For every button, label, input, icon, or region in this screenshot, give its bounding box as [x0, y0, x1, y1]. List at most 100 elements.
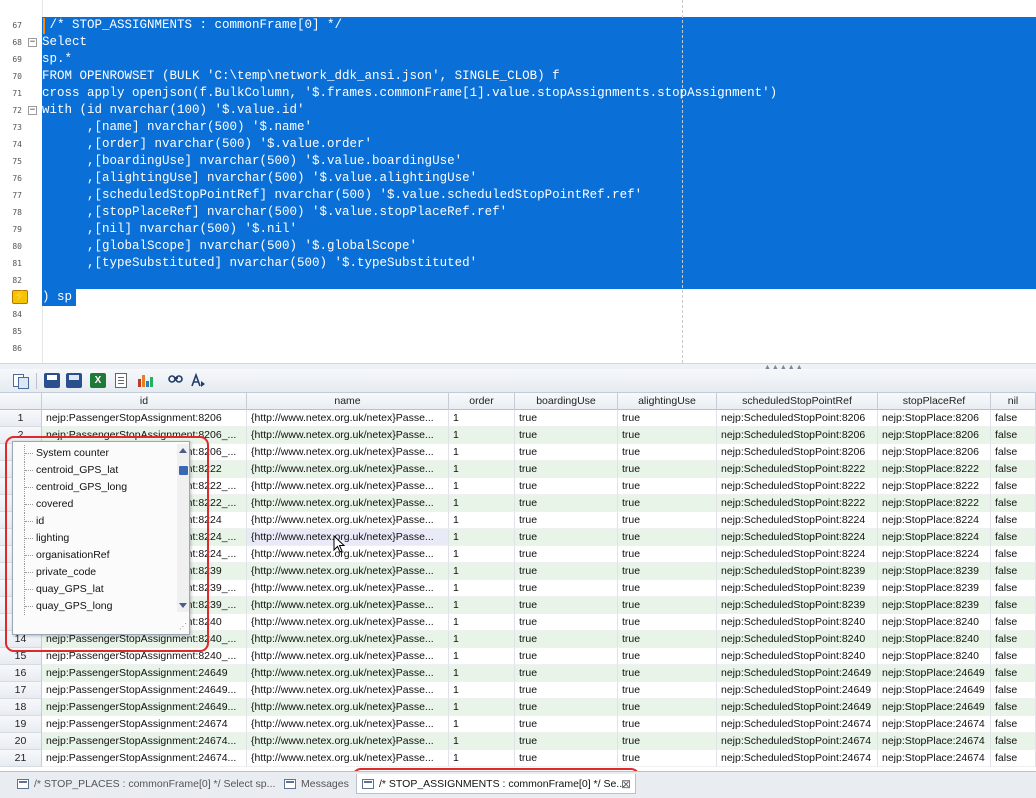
cell-scheduledstoppointref[interactable]: nejp:ScheduledStopPoint:8222 [717, 461, 878, 478]
cell-scheduledstoppointref[interactable]: nejp:ScheduledStopPoint:24674 [717, 733, 878, 750]
cell-alightinguse[interactable]: true [618, 580, 717, 597]
code-line[interactable]: 69 sp.* [0, 51, 1036, 68]
code-line[interactable]: 76 ,[alightingUse] nvarchar(500) '$.valu… [0, 170, 1036, 187]
code-line[interactable]: 81 ,[typeSubstituted] nvarchar(500) '$.t… [0, 255, 1036, 272]
cell-name[interactable]: {http://www.netex.org.uk/netex}Passe... [247, 631, 449, 648]
cell-name[interactable]: {http://www.netex.org.uk/netex}Passe... [247, 580, 449, 597]
cell-name[interactable]: {http://www.netex.org.uk/netex}Passe... [247, 716, 449, 733]
row-number[interactable]: 15 [0, 648, 42, 665]
bar-chart-icon[interactable] [137, 373, 153, 388]
cell-scheduledstoppointref[interactable]: nejp:ScheduledStopPoint:24674 [717, 750, 878, 767]
fold-toggle-icon[interactable]: − [28, 38, 37, 47]
row-number[interactable]: 20 [0, 733, 42, 750]
cell-boardinguse[interactable]: true [515, 597, 618, 614]
cell-stopplaceref[interactable]: nejp:StopPlace:8206 [878, 410, 991, 427]
cell-order[interactable]: 1 [449, 648, 515, 665]
cell-stopplaceref[interactable]: nejp:StopPlace:8206 [878, 427, 991, 444]
cell-stopplaceref[interactable]: nejp:StopPlace:24674 [878, 733, 991, 750]
cell-order[interactable]: 1 [449, 512, 515, 529]
cell-stopplaceref[interactable]: nejp:StopPlace:8222 [878, 461, 991, 478]
row-header-corner[interactable] [0, 393, 42, 410]
cell-alightinguse[interactable]: true [618, 648, 717, 665]
tab-stop-places[interactable]: /* STOP_PLACES : commonFrame[0] */ Selec… [12, 774, 278, 794]
cell-scheduledstoppointref[interactable]: nejp:ScheduledStopPoint:8206 [717, 427, 878, 444]
cell-nil[interactable]: false [991, 529, 1036, 546]
cell-nil[interactable]: false [991, 427, 1036, 444]
cell-id[interactable]: nejp:PassengerStopAssignment:24674... [42, 750, 247, 767]
cell-order[interactable]: 1 [449, 529, 515, 546]
cell-scheduledstoppointref[interactable]: nejp:ScheduledStopPoint:8224 [717, 529, 878, 546]
tab-messages[interactable]: Messages [279, 774, 351, 794]
cell-order[interactable]: 1 [449, 733, 515, 750]
column-list-item[interactable]: centroid_GPS_lat [13, 462, 178, 479]
code-line[interactable]: 85 [0, 323, 1036, 340]
code-line[interactable]: 82 [0, 272, 1036, 289]
column-header-order[interactable]: order [449, 393, 515, 410]
cell-alightinguse[interactable]: true [618, 512, 717, 529]
code-line[interactable]: 75 ,[boardingUse] nvarchar(500) '$.value… [0, 153, 1036, 170]
column-list-item[interactable]: id [13, 513, 178, 530]
cell-alightinguse[interactable]: true [618, 750, 717, 767]
cell-stopplaceref[interactable]: nejp:StopPlace:8224 [878, 529, 991, 546]
copy-icon[interactable] [12, 373, 29, 389]
code-line[interactable]: 77 ,[scheduledStopPointRef] nvarchar(500… [0, 187, 1036, 204]
cell-boardinguse[interactable]: true [515, 631, 618, 648]
cell-nil[interactable]: false [991, 733, 1036, 750]
execute-marker-icon[interactable]: ⚡ [12, 290, 28, 304]
cell-stopplaceref[interactable]: nejp:StopPlace:8239 [878, 563, 991, 580]
cell-nil[interactable]: false [991, 750, 1036, 767]
cell-boardinguse[interactable]: true [515, 733, 618, 750]
cell-alightinguse[interactable]: true [618, 682, 717, 699]
cell-boardinguse[interactable]: true [515, 580, 618, 597]
cell-boardinguse[interactable]: true [515, 563, 618, 580]
cell-nil[interactable]: false [991, 580, 1036, 597]
row-number[interactable]: 19 [0, 716, 42, 733]
cell-id[interactable]: nejp:PassengerStopAssignment:24649... [42, 699, 247, 716]
cell-alightinguse[interactable]: true [618, 546, 717, 563]
cell-nil[interactable]: false [991, 631, 1036, 648]
cell-name[interactable]: {http://www.netex.org.uk/netex}Passe... [247, 699, 449, 716]
row-number[interactable]: 21 [0, 750, 42, 767]
cell-scheduledstoppointref[interactable]: nejp:ScheduledStopPoint:8240 [717, 648, 878, 665]
cell-boardinguse[interactable]: true [515, 478, 618, 495]
cell-stopplaceref[interactable]: nejp:StopPlace:24674 [878, 750, 991, 767]
cell-stopplaceref[interactable]: nejp:StopPlace:8224 [878, 512, 991, 529]
table-row[interactable]: 19 nejp:PassengerStopAssignment:24674 {htt… [0, 716, 1036, 733]
cell-stopplaceref[interactable]: nejp:StopPlace:8222 [878, 478, 991, 495]
cell-nil[interactable]: false [991, 665, 1036, 682]
cell-stopplaceref[interactable]: nejp:StopPlace:8239 [878, 580, 991, 597]
cell-boardinguse[interactable]: true [515, 682, 618, 699]
cell-scheduledstoppointref[interactable]: nejp:ScheduledStopPoint:8239 [717, 563, 878, 580]
fold-toggle-icon[interactable]: − [28, 106, 37, 115]
cell-scheduledstoppointref[interactable]: nejp:ScheduledStopPoint:8224 [717, 512, 878, 529]
cell-scheduledstoppointref[interactable]: nejp:ScheduledStopPoint:8206 [717, 410, 878, 427]
cell-nil[interactable]: false [991, 699, 1036, 716]
cell-boardinguse[interactable]: true [515, 699, 618, 716]
cell-name[interactable]: {http://www.netex.org.uk/netex}Passe... [247, 750, 449, 767]
cell-boardinguse[interactable]: true [515, 495, 618, 512]
cell-order[interactable]: 1 [449, 665, 515, 682]
tab-stop-assignments[interactable]: /* STOP_ASSIGNMENTS : commonFrame[0] */ … [356, 774, 636, 794]
code-line[interactable]: 67 /* STOP_ASSIGNMENTS : commonFrame[0] … [0, 17, 1036, 34]
cell-alightinguse[interactable]: true [618, 699, 717, 716]
cell-nil[interactable]: false [991, 682, 1036, 699]
cell-alightinguse[interactable]: true [618, 461, 717, 478]
cell-id[interactable]: nejp:PassengerStopAssignment:8206 [42, 410, 247, 427]
cell-name[interactable]: {http://www.netex.org.uk/netex}Passe... [247, 563, 449, 580]
popup-scrollbar[interactable] [177, 444, 189, 612]
cell-id[interactable]: nejp:PassengerStopAssignment:24674 [42, 716, 247, 733]
cell-name[interactable]: {http://www.netex.org.uk/netex}Passe... [247, 682, 449, 699]
cell-boardinguse[interactable]: true [515, 512, 618, 529]
cell-order[interactable]: 1 [449, 461, 515, 478]
cell-boardinguse[interactable]: true [515, 529, 618, 546]
cell-stopplaceref[interactable]: nejp:StopPlace:8240 [878, 631, 991, 648]
cell-name[interactable]: {http://www.netex.org.uk/netex}Passe... [247, 648, 449, 665]
cell-boardinguse[interactable]: true [515, 546, 618, 563]
column-header-boardinguse[interactable]: boardingUse [515, 393, 618, 410]
cell-stopplaceref[interactable]: nejp:StopPlace:24649 [878, 699, 991, 716]
cell-nil[interactable]: false [991, 648, 1036, 665]
cell-scheduledstoppointref[interactable]: nejp:ScheduledStopPoint:8222 [717, 495, 878, 512]
cell-stopplaceref[interactable]: nejp:StopPlace:8206 [878, 444, 991, 461]
cell-order[interactable]: 1 [449, 614, 515, 631]
cell-nil[interactable]: false [991, 461, 1036, 478]
